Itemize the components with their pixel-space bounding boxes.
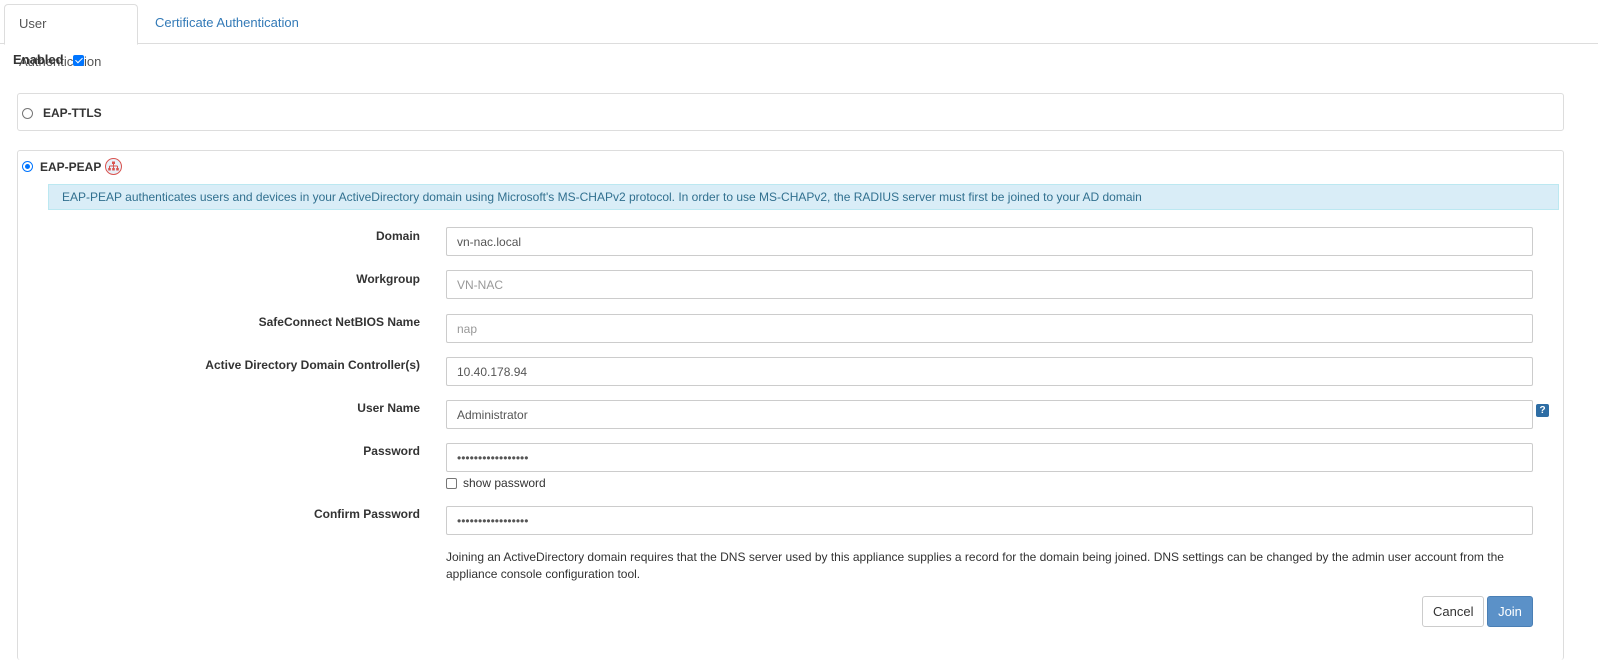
tab-user-authentication[interactable]: User Authentication (4, 4, 138, 69)
enabled-checkbox[interactable] (72, 55, 84, 66)
help-icon[interactable]: ? (1536, 404, 1549, 417)
eap-ttls-label: EAP-TTLS (43, 106, 102, 120)
eap-peap-label: EAP-PEAP (40, 159, 102, 174)
workgroup-input[interactable] (446, 270, 1533, 299)
join-button[interactable]: Join (1487, 596, 1533, 627)
eap-peap-radio[interactable] (22, 161, 33, 172)
eap-peap-option[interactable]: EAP-PEAP (22, 158, 123, 175)
show-password-checkbox[interactable] (446, 477, 457, 489)
show-password-label: show password (463, 476, 546, 490)
workgroup-label: Workgroup (356, 272, 420, 286)
show-password-row[interactable]: show password (446, 476, 546, 490)
password-label: Password (363, 444, 420, 458)
network-icon (105, 158, 123, 175)
eap-peap-info-alert: EAP-PEAP authenticates users and devices… (48, 184, 1559, 210)
tab-certificate-authentication[interactable]: Certificate Authentication (141, 4, 313, 44)
domain-label: Domain (375, 229, 420, 243)
username-input[interactable] (446, 400, 1533, 429)
enabled-label: Enabled (13, 52, 64, 67)
tab-bar: User Authentication Certificate Authenti… (0, 0, 1598, 69)
password-input[interactable] (446, 443, 1533, 472)
domain-controller-label: Active Directory Domain Controller(s) (205, 358, 420, 372)
username-label: User Name (357, 401, 420, 415)
domain-input[interactable] (446, 227, 1533, 256)
cancel-button[interactable]: Cancel (1422, 596, 1484, 627)
confirm-password-input[interactable] (446, 506, 1533, 535)
domain-controller-input[interactable] (446, 357, 1533, 386)
netbios-name-label: SafeConnect NetBIOS Name (258, 315, 420, 329)
confirm-password-label: Confirm Password (313, 507, 420, 521)
eap-ttls-panel (17, 93, 1564, 131)
eap-ttls-radio[interactable] (22, 107, 33, 119)
dns-note: Joining an ActiveDirectory domain requir… (446, 550, 1504, 581)
netbios-name-input[interactable] (446, 314, 1533, 343)
enabled-row: Enabled (13, 52, 84, 67)
eap-ttls-option[interactable]: EAP-TTLS (22, 106, 102, 120)
